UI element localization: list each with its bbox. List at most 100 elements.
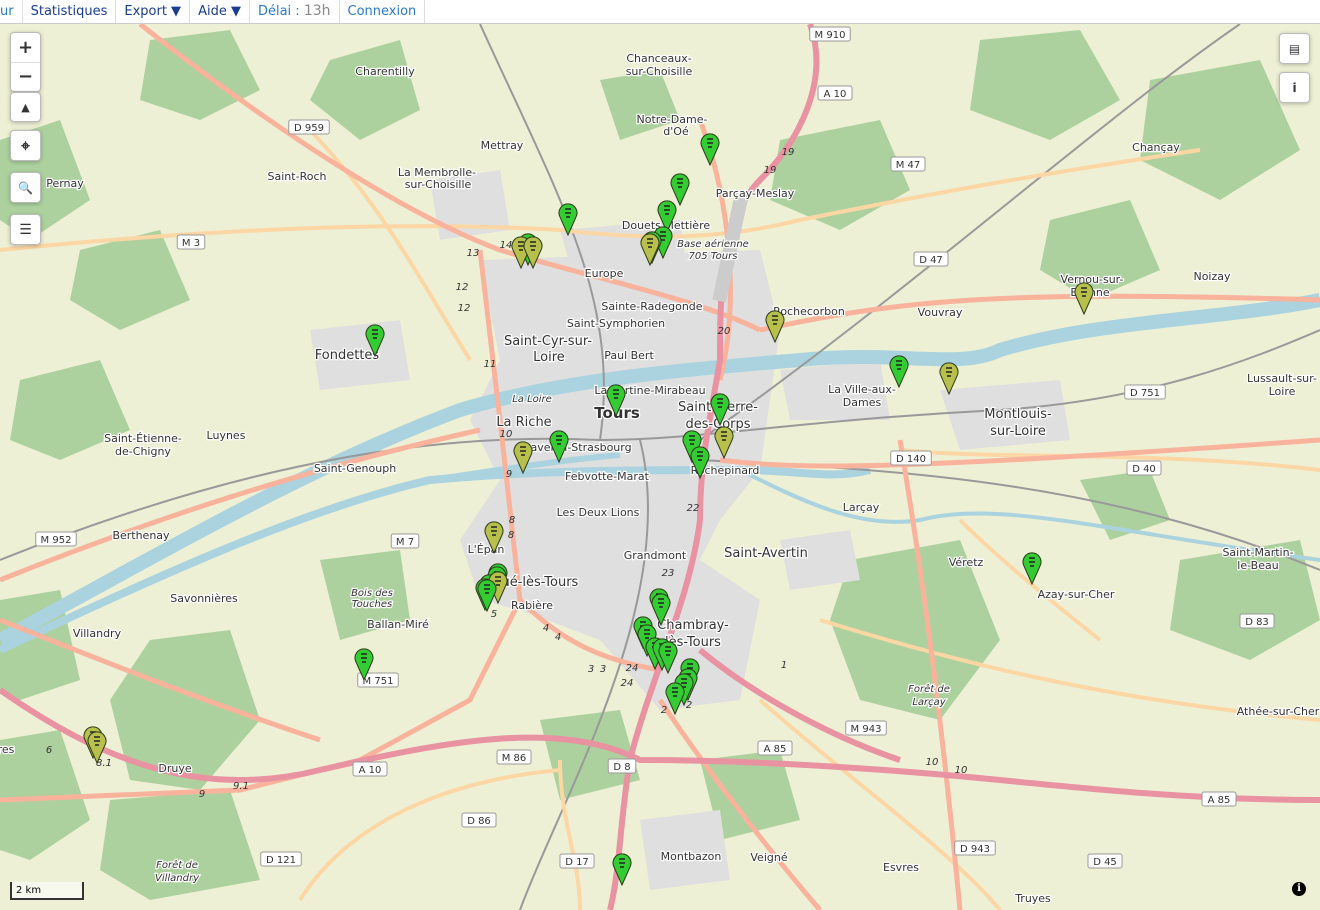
station-marker[interactable] bbox=[714, 426, 734, 460]
road-shield: D 45 bbox=[1087, 853, 1123, 869]
road-shield: D 959 bbox=[288, 119, 330, 135]
station-marker[interactable] bbox=[939, 362, 959, 396]
junction-number: 22 bbox=[687, 503, 700, 514]
place-label: Fondettes bbox=[315, 348, 380, 363]
place-label: Les Deux Lions bbox=[557, 506, 640, 519]
place-label: Europe bbox=[585, 267, 624, 280]
junction-number: 19 bbox=[782, 147, 795, 158]
place-label: Charentilly bbox=[355, 65, 415, 78]
station-marker[interactable] bbox=[640, 233, 660, 267]
place-label: sur-Choisille bbox=[405, 178, 472, 191]
scale-bar: 2 km bbox=[10, 882, 84, 900]
crosshair-icon: ⌖ bbox=[20, 135, 30, 155]
help-menu[interactable]: Aide ▼ bbox=[190, 0, 250, 23]
junction-number: 5 bbox=[491, 609, 497, 620]
junction-number: 13 bbox=[467, 248, 480, 259]
junction-number: 12 bbox=[458, 303, 471, 314]
place-label: Dames bbox=[843, 396, 882, 409]
station-marker[interactable] bbox=[513, 441, 533, 475]
place-label: Montlouis- bbox=[984, 407, 1052, 422]
place-label: Grandmont bbox=[624, 549, 687, 562]
place-label: sur-Choisille bbox=[626, 65, 693, 78]
station-marker[interactable] bbox=[523, 236, 543, 270]
place-label: Athée-sur-Cher bbox=[1237, 705, 1320, 718]
place-label: Esvres bbox=[883, 861, 919, 874]
place-label: Saint-Roch bbox=[268, 170, 327, 183]
place-label: La Ville-aux- bbox=[828, 383, 896, 396]
zoom-out-button[interactable]: − bbox=[11, 63, 40, 92]
map-canvas[interactable]: Charentilly Mettray Saint-Roch La Membrolle… bbox=[0, 24, 1320, 910]
road-shield: A 10 bbox=[352, 761, 388, 777]
road-shield: M 910 bbox=[809, 26, 851, 42]
place-label: Rochecorbon bbox=[773, 305, 845, 318]
layers-icon: ▤ bbox=[1288, 41, 1301, 56]
menu-item-partial[interactable]: ur bbox=[0, 0, 23, 23]
info-button[interactable]: i bbox=[1279, 72, 1310, 103]
svg-text:D 40: D 40 bbox=[1132, 464, 1156, 475]
export-menu[interactable]: Export ▼ bbox=[116, 0, 191, 23]
login-link[interactable]: Connexion bbox=[340, 0, 426, 23]
zoom-in-button[interactable]: + bbox=[11, 33, 40, 63]
place-label: Montbazon bbox=[661, 850, 722, 863]
station-marker[interactable] bbox=[612, 853, 632, 887]
statistics-menu[interactable]: Statistiques bbox=[23, 0, 117, 23]
road-shield: M 943 bbox=[845, 720, 887, 736]
place-label: Saint-Avertin bbox=[724, 546, 808, 561]
place-label: Villandry bbox=[73, 627, 122, 640]
road-shield: D 121 bbox=[260, 851, 302, 867]
top-toolbar: ur Statistiques Export ▼ Aide ▼ Délai : … bbox=[0, 0, 1320, 24]
svg-text:M 910: M 910 bbox=[815, 30, 846, 41]
place-label: Ballan-Miré bbox=[367, 618, 429, 631]
svg-text:A 85: A 85 bbox=[764, 744, 787, 755]
station-marker[interactable] bbox=[558, 203, 578, 237]
menu-icon: ☰ bbox=[19, 221, 32, 238]
place-label: Sainte-Radegonde bbox=[601, 300, 702, 313]
place-label: Berthenay bbox=[112, 529, 170, 542]
station-marker[interactable] bbox=[477, 579, 497, 613]
station-marker[interactable] bbox=[1074, 282, 1094, 316]
road-shield: D 47 bbox=[913, 251, 949, 267]
place-label: le-Beau bbox=[1237, 559, 1278, 572]
locate-button[interactable]: ⌖ bbox=[10, 130, 41, 161]
place-label: Véretz bbox=[949, 556, 984, 569]
svg-text:M 952: M 952 bbox=[41, 535, 72, 546]
road-shield: D 83 bbox=[1239, 613, 1275, 629]
north-arrow-button[interactable]: ▲ bbox=[10, 92, 41, 122]
place-label: La Riche bbox=[496, 415, 551, 430]
place-label: Touches bbox=[352, 599, 393, 610]
svg-text:D 86: D 86 bbox=[467, 816, 491, 827]
junction-number: 10 bbox=[500, 429, 513, 440]
place-label: Saint-Genouph bbox=[314, 462, 396, 475]
junction-number: 9 bbox=[506, 469, 512, 480]
search-button[interactable]: 🔍 bbox=[10, 172, 41, 203]
place-label: Loire bbox=[1269, 385, 1296, 398]
road-shield: D 751 bbox=[1124, 384, 1166, 400]
menu-button[interactable]: ☰ bbox=[10, 214, 41, 245]
junction-number: 14 bbox=[500, 240, 513, 251]
attribution-icon[interactable]: i bbox=[1292, 882, 1306, 896]
station-marker[interactable] bbox=[549, 430, 569, 464]
search-icon: 🔍 bbox=[18, 180, 33, 195]
place-label: Luynes bbox=[207, 429, 246, 442]
station-marker[interactable] bbox=[765, 310, 785, 344]
svg-text:M 7: M 7 bbox=[396, 537, 414, 548]
svg-text:A 10: A 10 bbox=[359, 765, 382, 776]
junction-number: 9.1 bbox=[233, 781, 249, 792]
road-shield: M 3 bbox=[176, 234, 206, 250]
road-shield: D 40 bbox=[1126, 460, 1162, 476]
svg-text:D 959: D 959 bbox=[294, 123, 324, 134]
layers-button[interactable]: ▤ bbox=[1279, 33, 1310, 64]
place-label: Truyes bbox=[1014, 892, 1051, 905]
delay-label: Délai : bbox=[257, 4, 300, 19]
svg-text:A 85: A 85 bbox=[1208, 795, 1231, 806]
zoom-control: + − bbox=[10, 32, 41, 92]
junction-number: 6 bbox=[46, 745, 52, 756]
station-marker[interactable] bbox=[670, 173, 690, 207]
station-marker[interactable] bbox=[665, 682, 685, 716]
map-overlay: CharentillyMettraySaint-Roch La Membrolle… bbox=[0, 24, 1320, 906]
junction-number: 20 bbox=[718, 326, 731, 337]
station-marker[interactable] bbox=[1022, 552, 1042, 586]
junction-number: 10 bbox=[926, 757, 939, 768]
place-label: Chambray- bbox=[657, 618, 729, 633]
station-marker[interactable] bbox=[700, 133, 720, 167]
